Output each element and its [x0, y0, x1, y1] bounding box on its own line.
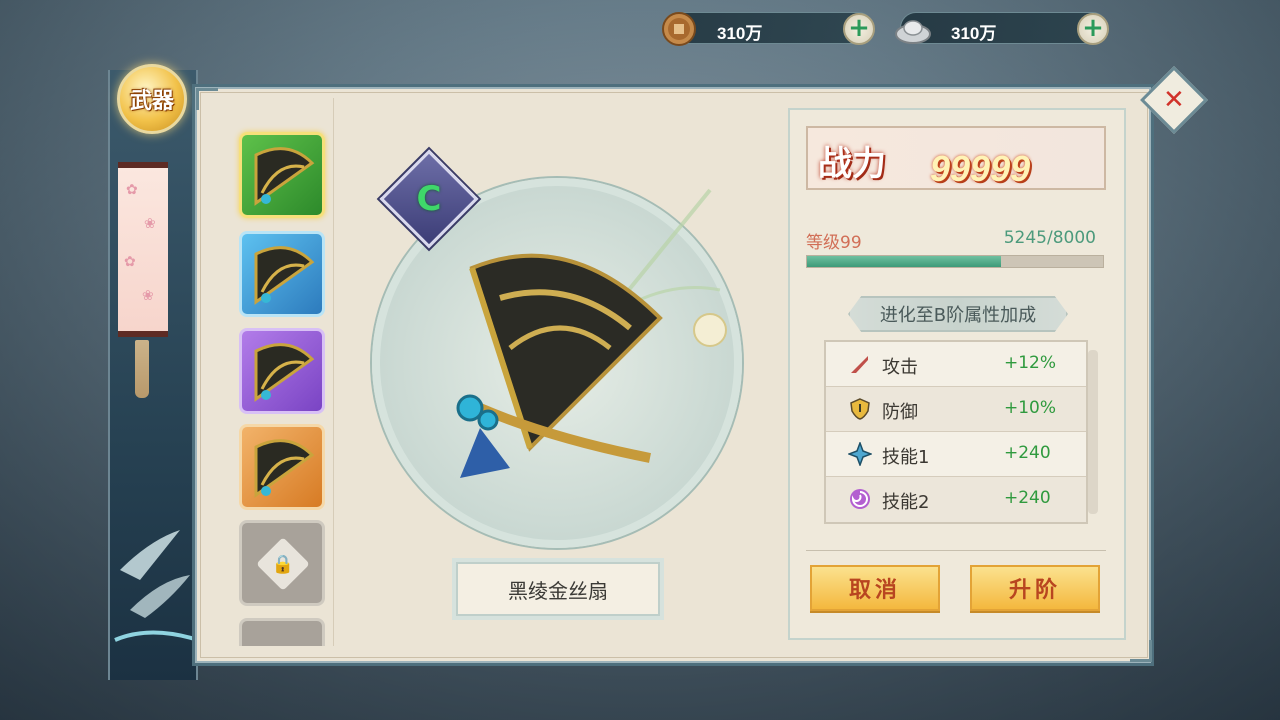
- exp-value: 5245/8000: [1003, 228, 1096, 248]
- weapon-slot-blue[interactable]: [239, 231, 325, 317]
- weapon-slot-green[interactable]: [239, 132, 325, 218]
- attribute-row: 技能1 +240: [826, 432, 1086, 477]
- grade-letter: C: [416, 179, 442, 219]
- attribute-name: 防御: [882, 402, 918, 423]
- silver-currency: 310万 +: [895, 12, 1109, 45]
- exp-bar: [806, 255, 1104, 268]
- decorative-scroll: ✿ ❀ ✿ ❀: [118, 162, 168, 337]
- cancel-button-label: 取消: [848, 578, 901, 603]
- weapon-slot-orange[interactable]: [239, 424, 325, 510]
- attribute-value: +240: [1004, 488, 1051, 508]
- star-skill-icon: [848, 442, 872, 466]
- weapon-slot-purple[interactable]: [239, 328, 325, 414]
- weapon-name-plate: 黑绫金丝扇: [456, 562, 660, 616]
- swirl-skill-icon: [850, 489, 870, 509]
- copper-currency: 310万 +: [662, 12, 875, 46]
- evolution-title-text: 进化至B阶属性加成: [879, 305, 1037, 326]
- silver-ingot-icon: [895, 20, 931, 44]
- divider: [806, 550, 1106, 551]
- category-badge-label: 武器: [129, 89, 174, 114]
- attribute-value: +12%: [1004, 353, 1057, 373]
- petal-icon: ❀: [144, 216, 156, 232]
- close-icon: ✕: [1163, 84, 1185, 115]
- silver-value: 310万: [951, 24, 997, 43]
- shield-icon: [850, 398, 870, 420]
- weapon-slot-locked[interactable]: [239, 618, 325, 646]
- tassel-ornament: [135, 340, 149, 398]
- attribute-scrollbar[interactable]: [1088, 350, 1098, 514]
- weapon-slot-locked[interactable]: 🔒: [239, 520, 325, 606]
- attribute-value: +10%: [1004, 398, 1057, 418]
- petal-icon: ❀: [142, 288, 154, 304]
- upgrade-button-label: 升阶: [1008, 578, 1061, 603]
- attribute-value: +240: [1004, 443, 1051, 463]
- add-silver-button[interactable]: +: [1077, 13, 1109, 45]
- weapon-name: 黑绫金丝扇: [508, 578, 608, 603]
- exp-bar-fill: [807, 256, 1002, 267]
- weapon-list[interactable]: 🔒: [208, 98, 334, 646]
- fan-weapon-icon: [254, 439, 315, 498]
- add-copper-button[interactable]: +: [843, 13, 875, 45]
- upgrade-button[interactable]: 升阶: [970, 565, 1100, 611]
- power-value: 99999: [930, 148, 1031, 189]
- attribute-row: 技能2 +240: [826, 477, 1086, 522]
- attribute-name: 技能2: [882, 492, 930, 513]
- petal-icon: ✿: [124, 254, 136, 270]
- copper-value: 310万: [717, 24, 763, 43]
- sword-icon: [851, 356, 868, 373]
- attribute-table[interactable]: 攻击 +12% 防御 +10% 技能1 +240 技能2 +240: [824, 340, 1088, 524]
- crane-decoration-icon: [114, 530, 199, 642]
- weapon-fan-image: [456, 253, 663, 478]
- frame-corner: [1130, 640, 1152, 662]
- fan-weapon-icon: [254, 147, 315, 206]
- cancel-button[interactable]: 取消: [810, 565, 940, 611]
- lock-icon: 🔒: [256, 537, 310, 591]
- copper-coin-icon: [662, 12, 696, 46]
- power-label: 战力: [818, 144, 886, 184]
- fan-weapon-icon: [254, 246, 315, 305]
- attribute-row: 攻击 +12%: [826, 342, 1086, 387]
- attribute-row: 防御 +10%: [826, 387, 1086, 432]
- fan-weapon-icon: [254, 343, 315, 402]
- attribute-name: 攻击: [882, 357, 918, 378]
- attribute-name: 技能1: [882, 447, 930, 468]
- petal-icon: ✿: [126, 182, 138, 198]
- level-label: 等级99: [806, 233, 862, 253]
- category-badge[interactable]: 武器: [117, 64, 187, 134]
- evolution-title: 进化至B阶属性加成: [848, 296, 1068, 332]
